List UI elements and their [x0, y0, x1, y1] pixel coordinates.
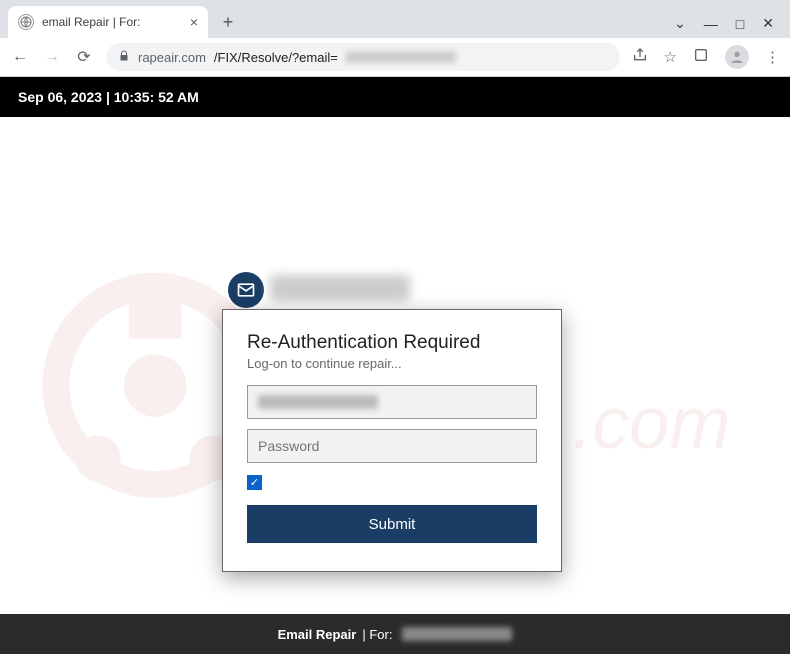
- footer-rest: | For:: [362, 627, 392, 642]
- back-icon[interactable]: ←: [10, 48, 30, 66]
- modal-heading: Re-Authentication Required: [247, 332, 537, 354]
- lock-icon: [118, 50, 130, 65]
- extensions-icon[interactable]: [693, 47, 709, 67]
- remember-row: ✓: [247, 473, 537, 491]
- titlebar: email Repair | For: × + ⌄ — □ ✕: [0, 0, 790, 38]
- svg-text:.com: .com: [572, 383, 730, 464]
- menu-icon[interactable]: ⋮: [765, 48, 780, 66]
- globe-icon: [18, 14, 34, 30]
- share-icon[interactable]: [632, 47, 648, 67]
- password-field[interactable]: [247, 429, 537, 463]
- browser-chrome: email Repair | For: × + ⌄ — □ ✕ ← → ⟳ ra…: [0, 0, 790, 77]
- forward-icon[interactable]: →: [42, 48, 62, 66]
- url-blurred: [346, 51, 456, 63]
- close-icon[interactable]: ✕: [762, 15, 774, 32]
- footer-bold: Email Repair: [278, 627, 357, 642]
- url-path: /FIX/Resolve/?email=: [214, 50, 338, 65]
- footer-blurred: [402, 627, 512, 641]
- new-tab-button[interactable]: +: [214, 8, 242, 36]
- minimize-icon[interactable]: —: [704, 16, 718, 32]
- datetime-bar: Sep 06, 2023 | 10:35: 52 AM: [0, 77, 790, 117]
- password-input[interactable]: [258, 438, 526, 454]
- chevron-down-icon[interactable]: ⌄: [674, 15, 686, 32]
- address-bar: ← → ⟳ rapeair.com/FIX/Resolve/?email= ☆ …: [0, 38, 790, 76]
- page-content: Sep 06, 2023 | 10:35: 52 AM risk .com Re…: [0, 77, 790, 654]
- toolbar-right: ☆ ⋮: [632, 45, 780, 69]
- star-icon[interactable]: ☆: [664, 48, 677, 66]
- maximize-icon[interactable]: □: [736, 16, 744, 32]
- email-field[interactable]: [247, 385, 537, 419]
- browser-tab[interactable]: email Repair | For: ×: [8, 6, 208, 38]
- tab-close-icon[interactable]: ×: [190, 14, 198, 30]
- window-controls: ⌄ — □ ✕: [674, 15, 782, 38]
- auth-modal: Re-Authentication Required Log-on to con…: [222, 309, 562, 572]
- page-footer: Email Repair | For:: [0, 614, 790, 654]
- email-value-blurred: [258, 395, 378, 409]
- submit-button[interactable]: Submit: [247, 505, 537, 543]
- url-input[interactable]: rapeair.com/FIX/Resolve/?email=: [106, 43, 620, 71]
- mail-badge-icon: [228, 272, 264, 308]
- url-host: rapeair.com: [138, 50, 206, 65]
- modal-subtitle: Log-on to continue repair...: [247, 356, 537, 371]
- tab-title: email Repair | For:: [42, 15, 182, 29]
- profile-icon[interactable]: [725, 45, 749, 69]
- reload-icon[interactable]: ⟳: [74, 47, 94, 67]
- brand-blurred: [270, 275, 410, 301]
- datetime-text: Sep 06, 2023 | 10:35: 52 AM: [18, 89, 199, 105]
- remember-checkbox[interactable]: ✓: [247, 475, 262, 490]
